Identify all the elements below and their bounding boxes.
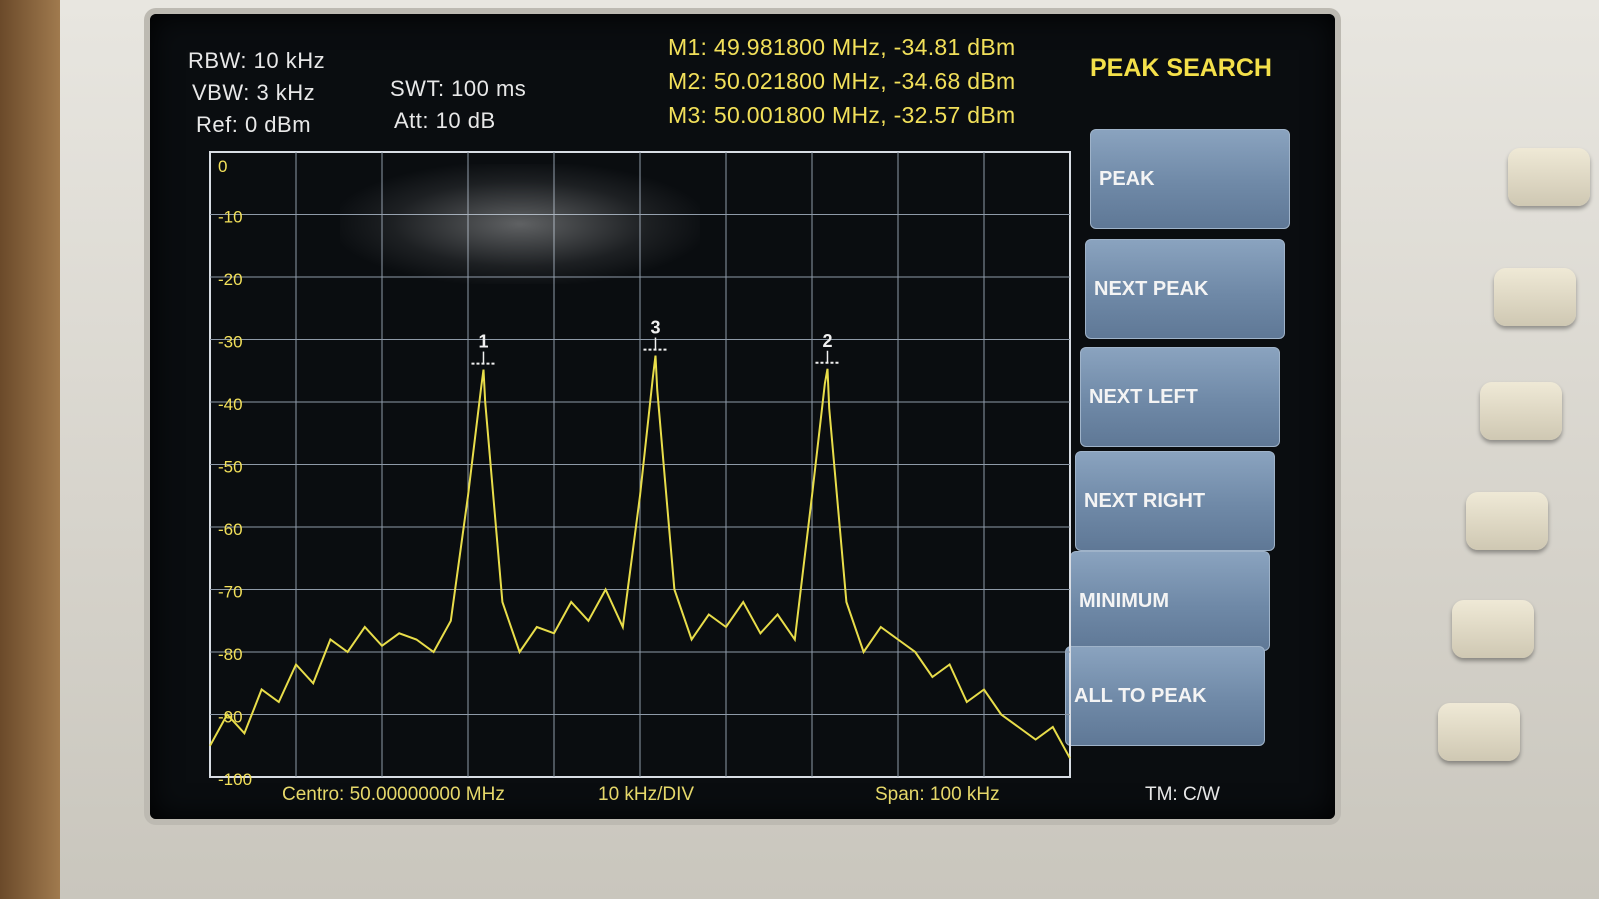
marker-1-label: 1 [478, 332, 488, 352]
scale-per-division-label: 10 kHz/DIV [598, 784, 695, 805]
y-tick-label: -50 [218, 458, 243, 477]
marker-3: 3 [643, 318, 668, 351]
spectrum-plot: 0-10-20-30-40-50-60-70-80-90-100 1 23 [209, 151, 1071, 789]
y-tick-label: -30 [218, 333, 243, 352]
marker-2: 2 [815, 331, 840, 364]
hardware-softkey-button-6[interactable] [1438, 703, 1520, 761]
y-tick-label: -80 [218, 645, 243, 664]
analyzer-screen: RBW: 10 kHz VBW: 3 kHz Ref: 0 dBm SWT: 1… [150, 14, 1335, 819]
plot-grid [209, 151, 1071, 778]
desk-background [0, 0, 60, 899]
y-tick-label: -10 [218, 208, 243, 227]
hardware-softkey-button-3[interactable] [1480, 382, 1562, 440]
y-tick-label: -40 [218, 395, 243, 414]
trace-mode-label: TM: C/W [1145, 784, 1220, 805]
center-frequency-label: Centro: 50.00000000 MHz [282, 784, 505, 805]
y-tick-label: 0 [218, 157, 227, 176]
y-tick-label: -100 [218, 770, 252, 789]
marker-3-label: 3 [650, 318, 660, 338]
hardware-softkey-button-4[interactable] [1466, 492, 1548, 550]
y-tick-label: -20 [218, 270, 243, 289]
hardware-softkey-button-5[interactable] [1452, 600, 1534, 658]
hardware-softkey-button-1[interactable] [1508, 148, 1590, 206]
span-label: Span: 100 kHz [875, 784, 1000, 805]
y-tick-label: -70 [218, 583, 243, 602]
y-tick-labels: 0-10-20-30-40-50-60-70-80-90-100 [218, 157, 252, 789]
hardware-softkey-button-2[interactable] [1494, 268, 1576, 326]
marker-2-label: 2 [822, 331, 832, 351]
marker-1: 1 [471, 332, 496, 365]
y-tick-label: -60 [218, 520, 243, 539]
